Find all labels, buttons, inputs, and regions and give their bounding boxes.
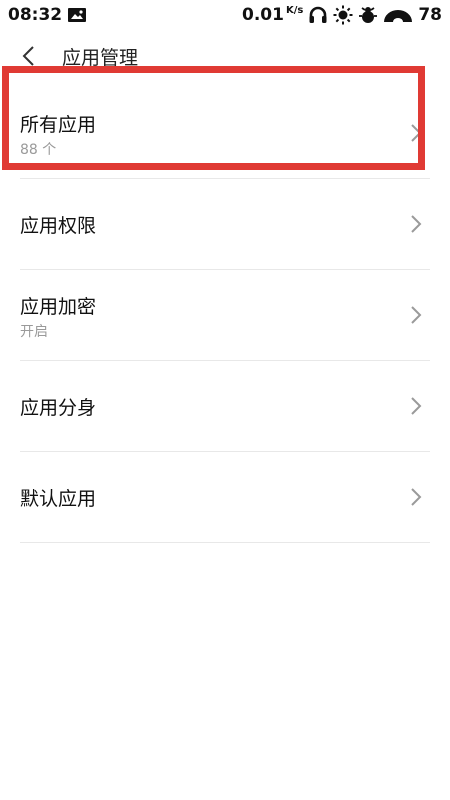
net-speed-unit: K/s: [285, 5, 304, 17]
list-item-default-apps[interactable]: 默认应用: [20, 452, 430, 543]
list-item-all-apps[interactable]: 所有应用 88 个: [20, 88, 430, 179]
screen: 08:32 0.01 K/s 78 应用管理 所有应用 88 个 应用权限 应用…: [0, 0, 450, 800]
back-button[interactable]: [14, 42, 42, 70]
brightness-icon: [333, 5, 353, 25]
list-item-app-permissions[interactable]: 应用权限: [20, 179, 430, 270]
header: 应用管理: [0, 30, 450, 86]
chevron-right-icon: [411, 215, 422, 233]
chevron-right-icon: [411, 397, 422, 415]
chevron-right-icon: [411, 488, 422, 506]
item-title: 所有应用: [20, 114, 97, 136]
chevron-right-icon: [411, 124, 422, 142]
net-speed: 0.01 K/s: [242, 5, 303, 25]
battery-level: 78: [418, 5, 442, 25]
item-subtitle: 开启: [20, 324, 48, 340]
settings-list: 所有应用 88 个 应用权限 应用加密 开启 应用分身 默认应用: [20, 88, 430, 543]
item-subtitle: 88 个: [20, 142, 57, 158]
status-left: 08:32: [8, 5, 87, 25]
image-notification-icon: [68, 8, 87, 22]
net-speed-value: 0.01: [242, 5, 284, 25]
signal-icon: [383, 7, 413, 23]
list-item-app-encryption[interactable]: 应用加密 开启: [20, 270, 430, 361]
status-right: 0.01 K/s 78: [242, 5, 442, 25]
status-time: 08:32: [8, 5, 63, 25]
back-arrow-icon: [22, 46, 34, 66]
item-title: 应用权限: [20, 215, 97, 237]
item-title: 应用分身: [20, 397, 97, 419]
list-item-app-clone[interactable]: 应用分身: [20, 361, 430, 452]
page-title: 应用管理: [62, 47, 139, 69]
bug-icon: [358, 6, 378, 24]
item-title: 应用加密: [20, 296, 97, 318]
status-bar: 08:32 0.01 K/s 78: [0, 0, 450, 30]
headset-icon: [308, 6, 328, 24]
item-title: 默认应用: [20, 488, 97, 510]
chevron-right-icon: [411, 306, 422, 324]
